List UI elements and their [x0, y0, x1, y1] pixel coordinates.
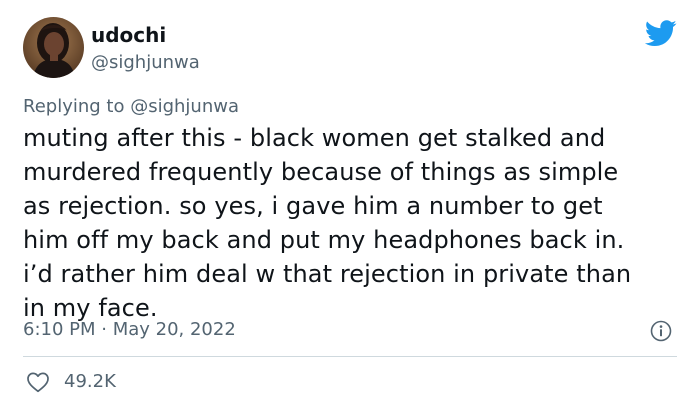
display-name[interactable]: udochi: [91, 22, 166, 48]
tweet-text-line: as rejection. so yes, i gave him a numbe…: [23, 192, 603, 220]
user-handle[interactable]: @sighjunwa: [91, 51, 200, 75]
avatar[interactable]: [23, 17, 84, 78]
tweet-text: muting after this - black women get stal…: [23, 121, 683, 325]
divider: [23, 356, 677, 357]
replying-to: Replying to @sighjunwa: [23, 95, 239, 119]
replying-to-label: Replying to: [23, 96, 125, 117]
info-icon[interactable]: [650, 320, 672, 342]
tweet-text-line: murdered frequently because of things as…: [23, 158, 619, 186]
tweet-text-line: i’d rather him deal w that rejection in …: [23, 260, 632, 288]
tweet-card: udochi @sighjunwa Replying to @sighjunwa…: [0, 0, 700, 410]
tweet-timestamp[interactable]: 6:10 PM · May 20, 2022: [23, 318, 236, 342]
twitter-bird-icon[interactable]: [644, 20, 677, 47]
heart-icon[interactable]: [26, 371, 50, 393]
reply-mention-link[interactable]: @sighjunwa: [130, 96, 239, 117]
tweet-text-line: him off my back and put my headphones ba…: [23, 226, 625, 254]
like-count[interactable]: 49.2K: [64, 370, 116, 394]
tweet-text-line: muting after this - black women get stal…: [23, 124, 606, 152]
